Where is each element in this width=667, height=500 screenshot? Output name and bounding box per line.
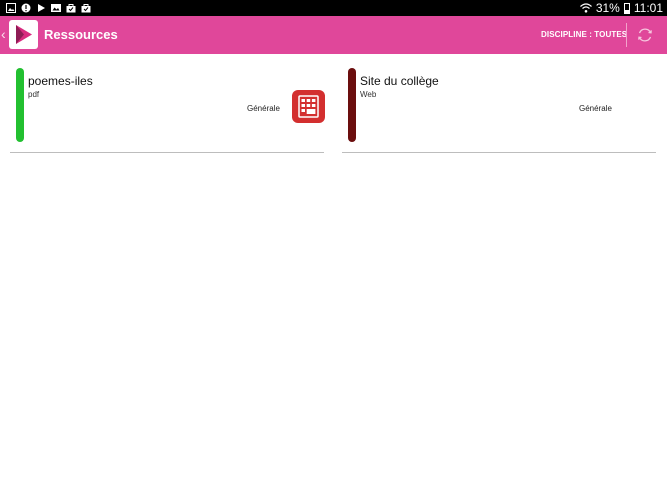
page-title: Ressources bbox=[44, 27, 118, 42]
notification-icon bbox=[21, 3, 31, 13]
gallery-icon bbox=[6, 3, 16, 13]
battery-icon bbox=[623, 2, 630, 14]
bag-icon bbox=[81, 4, 91, 13]
battery-percent: 31% bbox=[595, 1, 620, 15]
resource-title: poemes-iles bbox=[28, 74, 93, 88]
clock: 11:01 bbox=[633, 1, 663, 15]
status-bar: 31% 11:01 bbox=[0, 0, 667, 16]
image-icon bbox=[51, 4, 61, 12]
pdf-file-icon[interactable] bbox=[292, 90, 325, 123]
notification-icons bbox=[6, 3, 91, 13]
divider bbox=[626, 23, 627, 47]
bag-icon bbox=[66, 4, 76, 13]
category-color-bar bbox=[348, 68, 356, 142]
resource-type: pdf bbox=[28, 90, 40, 99]
discipline-filter-button[interactable]: DISCIPLINE : TOUTES bbox=[541, 30, 627, 40]
resource-card[interactable]: poemes-iles pdf Générale bbox=[10, 66, 325, 153]
refresh-icon[interactable] bbox=[636, 26, 654, 44]
resource-type: Web bbox=[360, 90, 377, 99]
play-store-icon bbox=[38, 4, 45, 12]
resource-card[interactable]: Site du collège Web Générale bbox=[342, 66, 656, 153]
resource-title: Site du collège bbox=[360, 74, 439, 88]
divider bbox=[10, 152, 324, 153]
app-bar: ‹ Ressources DISCIPLINE : TOUTES bbox=[0, 16, 667, 54]
resource-category: Générale bbox=[579, 104, 612, 113]
back-chevron-icon[interactable]: ‹ bbox=[1, 26, 6, 42]
resource-category: Générale bbox=[247, 104, 280, 113]
app-logo[interactable] bbox=[9, 20, 38, 49]
system-indicators: 31% 11:01 bbox=[579, 1, 663, 15]
category-color-bar bbox=[16, 68, 24, 142]
play-logo-icon bbox=[16, 25, 32, 44]
wifi-icon bbox=[579, 3, 592, 13]
divider bbox=[342, 152, 656, 153]
